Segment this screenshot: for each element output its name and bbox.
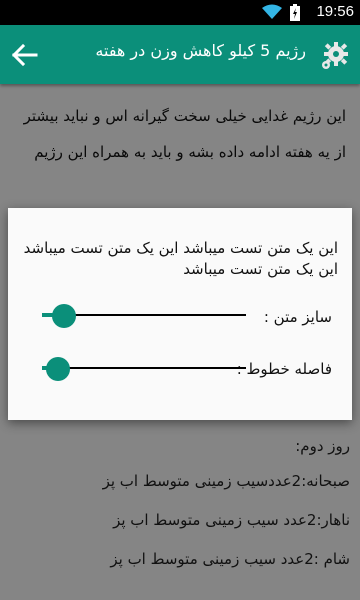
wifi-icon (262, 4, 282, 19)
list-item: ناهار:2عدد سیب زمینی متوسط اب پز (113, 511, 350, 529)
list-item: صبحانه:2عددسیب زمینی متوسط اب پز (102, 472, 350, 490)
slider-thumb[interactable] (46, 357, 71, 381)
line-spacing-slider[interactable] (42, 357, 246, 381)
line-spacing-label: فاصله خطوط : (236, 360, 332, 378)
article-lines: روز دوم: صبحانه:2عددسیب زمینی متوسط اب پ… (0, 430, 350, 579)
arrow-left-icon[interactable] (10, 40, 40, 70)
app-bar: رژیم 5 کیلو کاهش وزن در هفته (0, 25, 360, 84)
slider-track (42, 367, 246, 369)
text-settings-dialog: این یک متن تست میباشد این یک متن تست میب… (8, 208, 352, 420)
sample-text: این یک متن تست میباشد این یک متن تست میب… (23, 239, 338, 278)
slider-thumb[interactable] (52, 304, 77, 328)
font-size-label: سایز متن : (263, 308, 332, 326)
font-size-slider[interactable] (42, 304, 246, 328)
gear-icon[interactable] (318, 39, 352, 73)
status-bar: 19:56 (0, 0, 360, 25)
list-item: شام :2عدد سیب زمینی متوسط اب پز (110, 550, 350, 568)
list-item: روز دوم: (295, 437, 350, 455)
page-title: رژیم 5 کیلو کاهش وزن در هفته (95, 41, 306, 60)
status-time: 19:56 (316, 3, 354, 20)
battery-icon (290, 4, 300, 21)
